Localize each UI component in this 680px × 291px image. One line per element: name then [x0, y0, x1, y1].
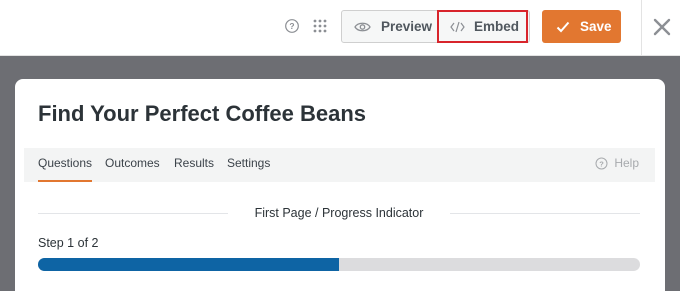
top-toolbar: ? Preview Embed Save [0, 0, 680, 56]
help-circle-icon: ? [595, 157, 608, 169]
help-label: Help [614, 156, 639, 170]
preview-label: Preview [381, 19, 433, 34]
save-label: Save [580, 19, 612, 34]
checkmark-icon [556, 21, 570, 32]
help-link[interactable]: ? Help [595, 156, 639, 170]
progress-bar [38, 258, 640, 271]
preview-embed-group: Preview Embed [341, 10, 530, 43]
step-indicator-text: Step 1 of 2 [38, 236, 99, 250]
embed-button[interactable]: Embed [437, 10, 528, 43]
section-heading: First Page / Progress Indicator [38, 203, 640, 225]
preview-button[interactable]: Preview [342, 11, 437, 42]
progress-fill [38, 258, 339, 271]
embed-label: Embed [474, 19, 520, 34]
tabs-bar: Questions Outcomes Results Settings ? He… [24, 148, 655, 182]
save-button[interactable]: Save [542, 10, 621, 43]
tab-questions[interactable]: Questions [38, 148, 93, 182]
svg-text:?: ? [289, 21, 294, 31]
tab-settings[interactable]: Settings [227, 148, 270, 182]
tab-outcomes[interactable]: Outcomes [105, 148, 160, 182]
tab-results[interactable]: Results [174, 148, 214, 182]
section-divider-right [450, 213, 640, 214]
help-circle-icon[interactable]: ? [284, 18, 300, 34]
code-icon [450, 21, 465, 32]
grid-dots-icon[interactable] [312, 18, 328, 34]
svg-text:?: ? [600, 159, 605, 168]
form-title: Find Your Perfect Coffee Beans [38, 101, 367, 126]
toolbar-divider [641, 0, 642, 56]
form-builder-panel: Find Your Perfect Coffee Beans Questions… [15, 79, 665, 291]
close-icon[interactable] [652, 17, 672, 37]
eye-icon [354, 22, 371, 31]
